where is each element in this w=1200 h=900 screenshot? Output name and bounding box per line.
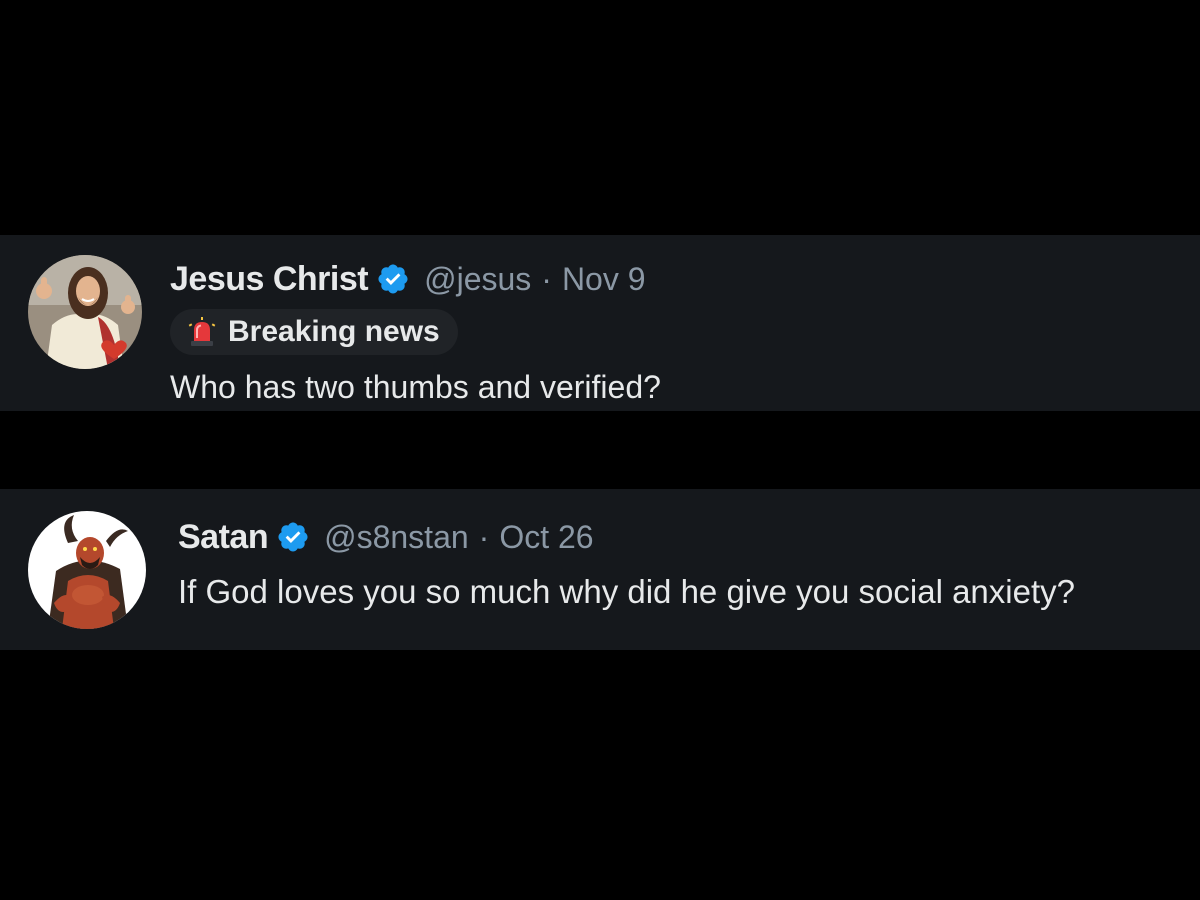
display-name[interactable]: Satan [178,518,269,557]
siren-icon [186,316,218,348]
tweet-satan[interactable]: Satan @s8nstan · Oct 26 If God loves you… [0,489,1200,650]
verified-badge-icon[interactable] [276,520,310,554]
separator-dot: · [541,260,552,297]
user-handle[interactable]: @jesus [424,261,531,298]
tweet-text: Who has two thumbs and verified? [170,369,661,405]
verified-badge-icon[interactable] [376,262,410,296]
tweet-date[interactable]: Nov 9 [562,261,646,298]
tweet-date[interactable]: Oct 26 [499,519,593,556]
avatar[interactable] [28,255,142,369]
tweet-header: Satan @s8nstan · Oct 26 [178,517,594,557]
display-name[interactable]: Jesus Christ [170,260,369,299]
avatar[interactable] [28,511,146,629]
breaking-news-badge[interactable]: Breaking news [170,309,458,355]
tweet-header: Jesus Christ @jesus · Nov 9 [170,259,646,299]
separator-dot: · [478,518,490,555]
avatar-jesus-image [28,255,142,369]
user-handle[interactable]: @s8nstan [324,519,469,556]
badge-label: Breaking news [228,315,440,348]
tweet-text: If God loves you so much why did he give… [178,573,1075,610]
avatar-satan-image [28,511,146,629]
tweet-jesus[interactable]: Jesus Christ @jesus · Nov 9 Breaking new… [0,235,1200,411]
